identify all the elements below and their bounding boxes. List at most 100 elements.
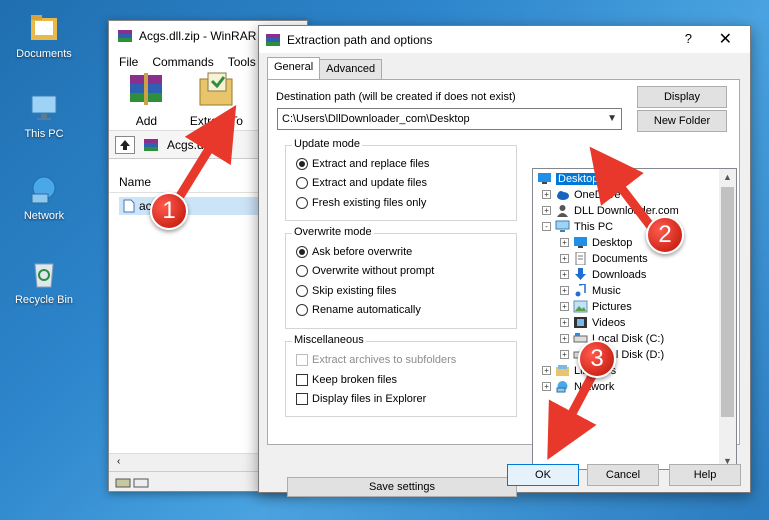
desktop-icon-documents[interactable]: Documents <box>6 10 82 60</box>
tree-item-music[interactable]: + Music <box>560 284 621 297</box>
option-label: Skip existing files <box>312 285 397 297</box>
tree-item-documents[interactable]: + Documents <box>560 252 648 265</box>
menu-tools[interactable]: Tools <box>228 55 256 69</box>
folder-icon <box>31 15 57 40</box>
save-settings-button[interactable]: Save settings <box>287 477 517 497</box>
overwrite-mode-group: Overwrite mode Ask before overwrite Over… <box>285 226 517 329</box>
checkbox-extract-subfolders: Extract archives to subfolders <box>296 354 456 366</box>
desktop-icon-recycle-bin[interactable]: Recycle Bin <box>6 258 82 306</box>
tree-item-pc-desktop[interactable]: + Desktop <box>560 236 632 249</box>
tab-advanced[interactable]: Advanced <box>319 59 383 79</box>
destination-label: Destination path (will be created if doe… <box>276 91 516 103</box>
expand-icon[interactable]: + <box>542 206 551 215</box>
radio-overwrite-without-prompt[interactable]: Overwrite without prompt <box>296 265 434 277</box>
dialog-title: Extraction path and options <box>287 32 433 47</box>
checkbox[interactable] <box>296 374 308 386</box>
option-label: Ask before overwrite <box>312 246 413 258</box>
extract-to-label: Extract To <box>189 114 243 128</box>
dialog-title-bar[interactable]: Extraction path and options ? ✕ <box>259 26 750 53</box>
tree-vertical-scrollbar[interactable]: ▲ ▼ <box>719 169 736 469</box>
expand-icon[interactable]: + <box>560 318 569 327</box>
winrar-app-icon <box>266 33 280 46</box>
expand-icon[interactable]: + <box>560 286 569 295</box>
desktop-icon-this-pc[interactable]: This PC <box>6 92 82 140</box>
radio-button[interactable] <box>296 246 308 258</box>
option-label: Fresh existing files only <box>312 197 427 209</box>
option-label: Extract and update files <box>312 177 427 189</box>
checkbox[interactable] <box>296 393 308 405</box>
computer-icon <box>555 220 570 232</box>
tree-item-network[interactable]: + Network <box>542 380 614 393</box>
menu-file[interactable]: File <box>119 55 138 69</box>
expand-icon[interactable]: + <box>542 190 551 199</box>
expand-icon[interactable]: + <box>560 334 569 343</box>
scroll-up-icon[interactable]: ▲ <box>723 172 732 182</box>
up-folder-button[interactable] <box>115 135 135 154</box>
tree-item-local-disk-c[interactable]: + Local Disk (C:) <box>560 332 664 345</box>
expand-icon[interactable]: + <box>560 270 569 279</box>
option-label: Keep broken files <box>312 374 397 386</box>
collapse-icon[interactable]: - <box>542 222 551 231</box>
radio-extract-update[interactable]: Extract and update files <box>296 177 427 189</box>
radio-button[interactable] <box>296 304 308 316</box>
cloud-icon <box>557 191 569 200</box>
tree-item-downloads[interactable]: + Downloads <box>560 268 646 281</box>
radio-button[interactable] <box>296 285 308 297</box>
extract-to-button[interactable]: Extract To <box>182 69 251 128</box>
radio-button[interactable] <box>296 265 308 277</box>
ok-button[interactable]: OK <box>507 464 579 486</box>
libraries-icon <box>556 365 569 376</box>
radio-button[interactable] <box>296 158 308 170</box>
desktop-icon-label: Documents <box>16 48 72 60</box>
network-icon <box>556 381 568 393</box>
tab-general[interactable]: General <box>267 57 321 79</box>
winrar-app-icon <box>118 30 132 42</box>
checkbox-keep-broken[interactable]: Keep broken files <box>296 374 397 386</box>
archive-books-icon <box>130 73 163 105</box>
computer-icon <box>31 95 57 120</box>
tree-item-videos[interactable]: + Videos <box>560 316 625 329</box>
option-label: Extract and replace files <box>312 158 430 170</box>
radio-rename-automatically[interactable]: Rename automatically <box>296 304 421 316</box>
documents-icon <box>575 252 586 265</box>
menu-commands[interactable]: Commands <box>152 55 213 69</box>
tree-item-onedrive[interactable]: + OneDrive <box>542 188 620 201</box>
up-arrow-icon <box>120 139 130 150</box>
drive-icon <box>115 478 149 488</box>
recycle-bin-icon <box>34 263 54 288</box>
display-button[interactable]: Display <box>637 86 727 108</box>
radio-skip-existing[interactable]: Skip existing files <box>296 285 396 297</box>
scrollbar-thumb[interactable] <box>721 187 734 417</box>
new-folder-button[interactable]: New Folder <box>637 110 727 132</box>
expand-icon[interactable]: + <box>560 254 569 263</box>
expand-icon[interactable]: + <box>560 350 569 359</box>
destination-path-value: C:\Users\DllDownloader_com\Desktop <box>282 113 470 125</box>
tree-item-desktop[interactable]: Desktop <box>537 172 601 185</box>
radio-button[interactable] <box>296 177 308 189</box>
checkbox-display-in-explorer[interactable]: Display files in Explorer <box>296 393 426 405</box>
help-button[interactable]: Help <box>669 464 741 486</box>
chevron-down-icon[interactable]: ▼ <box>607 109 617 129</box>
desktop-icon-network[interactable]: Network <box>6 174 82 222</box>
step-badge-3: 3 <box>578 340 616 378</box>
scroll-left-icon[interactable]: ‹ <box>117 456 120 467</box>
expand-icon[interactable]: + <box>560 238 569 247</box>
close-icon[interactable]: ✕ <box>719 29 732 49</box>
cancel-button[interactable]: Cancel <box>587 464 659 486</box>
option-label: Rename automatically <box>312 304 421 316</box>
radio-ask-before-overwrite[interactable]: Ask before overwrite <box>296 246 412 258</box>
destination-path-combo[interactable]: C:\Users\DllDownloader_com\Desktop ▼ <box>277 108 622 130</box>
tree-item-this-pc[interactable]: - This PC <box>542 220 613 233</box>
network-icon <box>31 176 56 204</box>
help-icon[interactable]: ? <box>685 31 692 46</box>
tree-item-dll-downloader[interactable]: + DLL Downloader.com <box>542 204 679 217</box>
expand-icon[interactable]: + <box>542 366 551 375</box>
radio-button[interactable] <box>296 197 308 209</box>
add-button[interactable]: Add <box>123 69 170 128</box>
expand-icon[interactable]: + <box>542 382 551 391</box>
radio-fresh-existing[interactable]: Fresh existing files only <box>296 197 426 209</box>
folder-tree: Desktop + OneDrive + DLL Downloader.com … <box>532 168 737 470</box>
radio-extract-replace[interactable]: Extract and replace files <box>296 158 429 170</box>
tree-item-pictures[interactable]: + Pictures <box>560 300 632 313</box>
expand-icon[interactable]: + <box>560 302 569 311</box>
